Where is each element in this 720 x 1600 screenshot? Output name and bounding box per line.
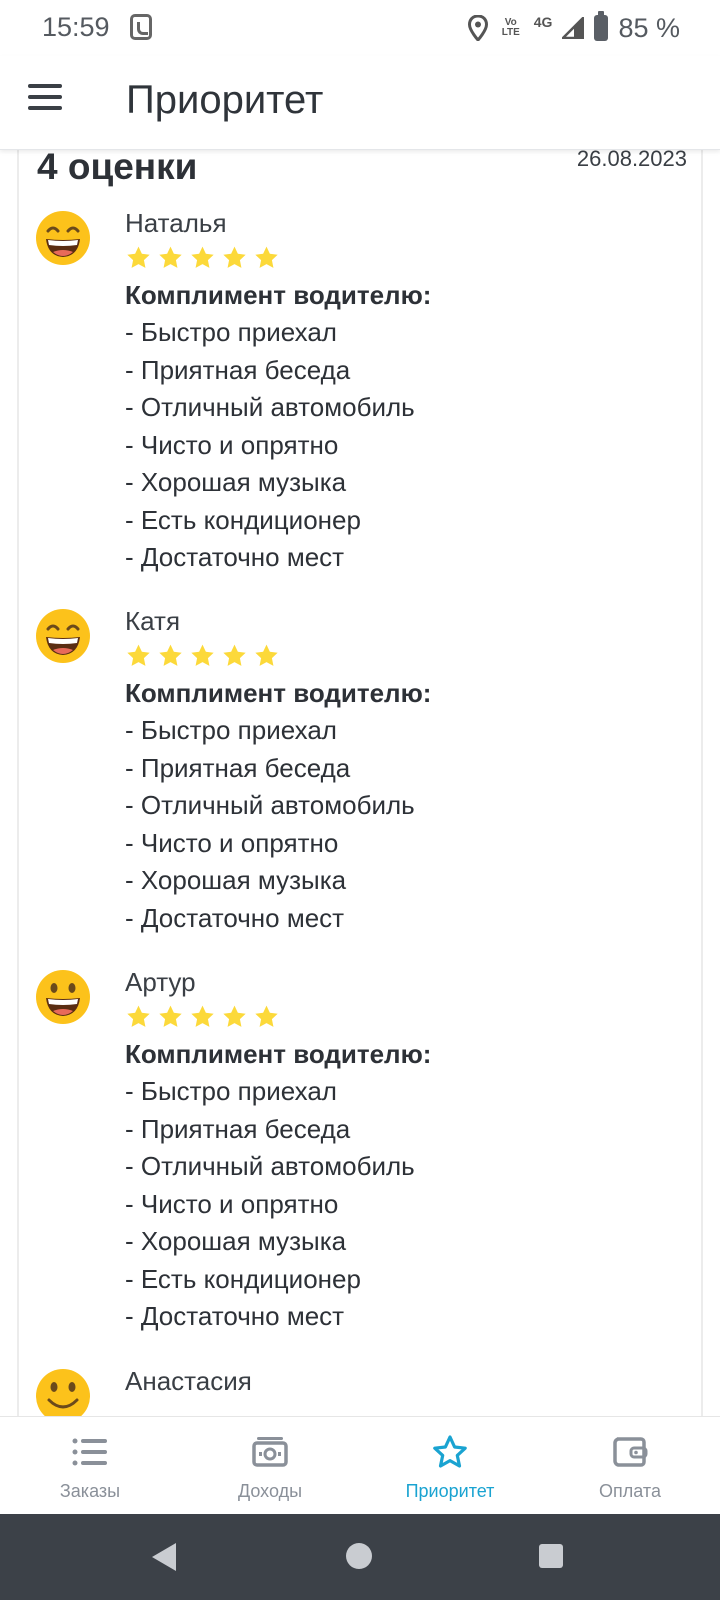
ratings-card: 4 оценки 26.08.2023 Наталья Комплимент в… (17, 150, 703, 1416)
star-icon (159, 644, 182, 666)
location-icon (467, 15, 488, 41)
star-icon (433, 1435, 467, 1468)
star-rating (125, 242, 685, 274)
star-icon (223, 246, 246, 268)
compliment-item: - Есть кондиционер (125, 504, 361, 535)
compliment-item: - Достаточно мест (125, 542, 345, 572)
ratings-content[interactable]: 4 оценки 26.08.2023 Наталья Комплимент в… (0, 150, 720, 1416)
star-icon (255, 644, 278, 666)
compliment-item: - Хорошая музыка (125, 1226, 347, 1256)
battery-level: 85 % (618, 12, 680, 43)
nav-item-orders[interactable]: Заказы (0, 1417, 180, 1514)
star-icon (159, 1005, 182, 1027)
cash-icon (252, 1437, 288, 1467)
volte-icon: Vo LTE (501, 17, 520, 38)
compliment-item: - Быстро приехал (125, 1076, 337, 1106)
compliment-item: - Отличный автомобиль (125, 1151, 415, 1181)
grinning-smiling-eyes-emoji-icon (36, 609, 90, 663)
call-icon (130, 14, 152, 40)
compliment-item: - Есть кондиционер (125, 1263, 361, 1294)
review-body: Анастасия (125, 1364, 685, 1398)
star-icon (127, 1005, 150, 1027)
star-icon (223, 644, 246, 666)
page-title: Приоритет (126, 78, 324, 122)
star-rating (125, 640, 685, 672)
nav-item-payment[interactable]: Оплата (540, 1417, 720, 1514)
signal-icon (562, 17, 585, 39)
home-icon[interactable] (346, 1543, 372, 1569)
nav-label: Доходы (237, 1481, 303, 1501)
compliment-item: - Приятная беседа (125, 354, 351, 385)
compliment-item: - Приятная беседа (125, 1113, 351, 1144)
compliment-item: - Чисто и опрятно (125, 827, 339, 858)
star-icon (127, 246, 150, 268)
review-body: Наталья Комплимент водителю: - Быстро пр… (125, 206, 685, 577)
nav-item-income[interactable]: Доходы (180, 1417, 360, 1514)
reviewer-name: Анастасия (125, 1366, 252, 1396)
compliment-label: Комплимент водителю: (125, 1039, 432, 1069)
star-rating (125, 1001, 685, 1033)
bottom-nav: Заказы Доходы Приоритет Оплата (0, 1416, 720, 1514)
wallet-icon (613, 1437, 648, 1467)
compliment-item: - Чисто и опрятно (125, 429, 339, 460)
reviewer-name: Катя (125, 606, 181, 636)
compliment-label: Комплимент водителю: (125, 678, 432, 708)
star-icon (191, 644, 214, 666)
compliment-item: - Чисто и опрятно (125, 1188, 339, 1219)
star-icon (191, 1005, 214, 1027)
star-icon (223, 1005, 246, 1027)
compliment-item: - Быстро приехал (125, 715, 337, 745)
review-body: Артур Комплимент водителю: - Быстро прие… (125, 965, 685, 1336)
ratings-date: 26.08.2023 (576, 150, 687, 171)
reviewer-name: Наталья (125, 208, 227, 238)
status-time: 15:59 (42, 12, 110, 42)
recents-icon[interactable] (539, 1544, 563, 1568)
star-icon (255, 1005, 278, 1027)
compliment-item: - Быстро приехал (125, 317, 337, 347)
star-icon (255, 246, 278, 268)
grinning-face-emoji-icon (36, 970, 90, 1024)
system-nav-bar (0, 1514, 720, 1600)
star-icon (191, 246, 214, 268)
nav-label: Заказы (59, 1481, 121, 1501)
compliment-item: - Приятная беседа (125, 752, 351, 783)
app-bar: Приоритет (0, 56, 720, 150)
list-icon (72, 1438, 107, 1466)
compliment-item: - Отличный автомобиль (125, 392, 415, 422)
nav-label: Приоритет (405, 1481, 495, 1501)
nav-label: Оплата (599, 1481, 661, 1501)
status-bar: 15:59 Vo LTE 4G 85 % (0, 0, 720, 56)
status-icons: Vo LTE 4G 85 % (467, 10, 680, 46)
reviewer-name: Артур (125, 967, 196, 997)
ratings-count: 4 оценки (37, 150, 198, 187)
star-icon (159, 246, 182, 268)
back-icon[interactable] (152, 1543, 176, 1571)
compliment-item: - Достаточно мест (125, 1301, 345, 1331)
compliment-item: - Хорошая музыка (125, 467, 347, 497)
compliment-label: Комплимент водителю: (125, 280, 432, 310)
star-icon (127, 644, 150, 666)
compliment-item: - Достаточно мест (125, 902, 345, 933)
review-body: Катя Комплимент водителю: - Быстро приех… (125, 604, 685, 937)
card-header: 4 оценки 26.08.2023 (37, 150, 687, 187)
smiling-face-emoji-icon (36, 1369, 90, 1416)
battery-icon (594, 11, 609, 41)
compliment-item: - Отличный автомобиль (125, 790, 415, 820)
nav-item-priority[interactable]: Приоритет (360, 1417, 540, 1514)
hamburger-menu-icon[interactable] (28, 84, 68, 124)
compliment-item: - Хорошая музыка (125, 865, 347, 895)
grinning-smiling-eyes-emoji-icon (36, 211, 90, 265)
network-type: 4G (533, 14, 553, 30)
